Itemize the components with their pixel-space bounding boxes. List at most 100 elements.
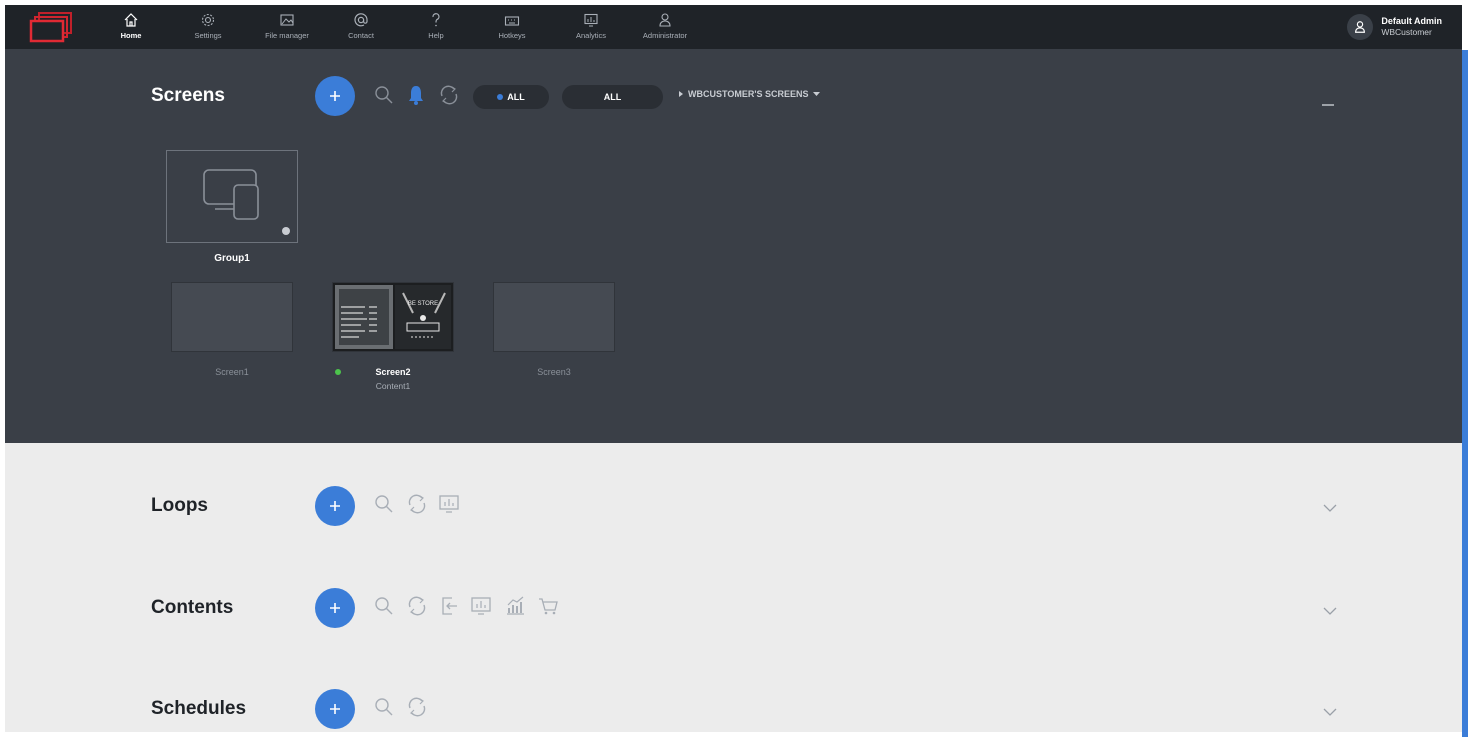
home-icon xyxy=(124,13,138,27)
user-name: Default Admin xyxy=(1381,16,1442,26)
screen-thumbnail-1[interactable] xyxy=(171,282,293,352)
app-frame: Home Settings File manager Contact Help … xyxy=(5,5,1462,732)
status-filter-dropdown[interactable]: ALL xyxy=(473,85,549,109)
nav-help-label: Help xyxy=(428,31,444,40)
search-icon xyxy=(375,597,393,615)
screen-thumbnail-2[interactable]: BE STORE xyxy=(332,282,454,352)
person-icon xyxy=(1355,21,1366,33)
keyboard-icon xyxy=(504,16,520,26)
nav-analytics[interactable]: Analytics xyxy=(559,10,623,46)
monitor-chart-icon xyxy=(584,13,598,27)
plus-icon xyxy=(330,91,340,101)
group-name: Group1 xyxy=(214,253,250,264)
screens-section: Screens ALL ALL WBCUSTOMER'S SCREENS Gro… xyxy=(5,49,1462,443)
caret-right-icon xyxy=(679,91,683,97)
nav-settings[interactable]: Settings xyxy=(176,10,240,46)
refresh-icon xyxy=(408,494,426,514)
screen-thumbnail-3[interactable] xyxy=(493,282,615,352)
expand-schedules-button[interactable] xyxy=(1323,703,1337,721)
collapse-screens-button[interactable] xyxy=(1321,94,1335,112)
nav-help[interactable]: Help xyxy=(404,10,468,46)
expand-contents-button[interactable] xyxy=(1323,602,1337,620)
refresh-icon xyxy=(408,697,426,717)
import-content-button[interactable] xyxy=(438,595,460,617)
nav-hotkeys[interactable]: Hotkeys xyxy=(480,10,544,46)
status-filter-value: ALL xyxy=(507,92,525,102)
search-screens-button[interactable] xyxy=(374,85,394,105)
refresh-icon xyxy=(408,596,426,616)
brand-logo[interactable] xyxy=(29,11,75,43)
gear-icon xyxy=(201,13,215,27)
folder-image-icon xyxy=(280,14,294,26)
nav-file-manager[interactable]: File manager xyxy=(255,10,319,46)
question-icon xyxy=(432,13,440,27)
cart-icon xyxy=(539,598,558,615)
nav-analytics-label: Analytics xyxy=(575,31,606,40)
refresh-loops-button[interactable] xyxy=(406,493,428,515)
svg-text:BE STORE: BE STORE xyxy=(408,301,438,307)
schedules-section: Schedules xyxy=(5,647,1462,732)
chevron-down-icon xyxy=(1323,607,1337,615)
search-contents-button[interactable] xyxy=(374,596,394,616)
group-status-dot xyxy=(282,227,290,235)
breadcrumb[interactable]: WBCUSTOMER'S SCREENS xyxy=(678,89,820,99)
user-organization: WBCustomer xyxy=(1381,27,1432,37)
status-dot-icon xyxy=(497,94,504,100)
caret-down-icon xyxy=(812,91,820,96)
group-card[interactable] xyxy=(166,150,298,243)
screens-group-icon xyxy=(203,169,259,220)
plus-icon xyxy=(330,704,340,714)
plus-icon xyxy=(330,501,340,511)
add-content-button[interactable] xyxy=(315,588,355,628)
contents-title: Contents xyxy=(151,597,234,618)
search-icon xyxy=(375,86,393,104)
search-loops-button[interactable] xyxy=(374,494,394,514)
chevron-down-icon xyxy=(1323,504,1337,512)
bar-chart-trend-icon xyxy=(507,596,524,615)
screens-title: Screens xyxy=(151,85,225,106)
person-icon xyxy=(659,13,671,27)
search-schedules-button[interactable] xyxy=(374,697,394,717)
expand-loops-button[interactable] xyxy=(1323,499,1337,517)
screen-name-2: Screen2 xyxy=(375,367,411,377)
nav-file-manager-label: File manager xyxy=(265,31,309,40)
chevron-down-icon xyxy=(1323,708,1337,716)
refresh-contents-button[interactable] xyxy=(406,595,428,617)
nav-home[interactable]: Home xyxy=(99,10,163,46)
nav-contact[interactable]: Contact xyxy=(329,10,393,46)
content-analytics-button[interactable] xyxy=(504,594,526,616)
refresh-schedules-button[interactable] xyxy=(406,696,428,718)
loops-title: Loops xyxy=(151,495,208,516)
add-schedule-button[interactable] xyxy=(315,689,355,729)
add-screen-button[interactable] xyxy=(315,76,355,116)
breadcrumb-label: WBCUSTOMER'S SCREENS xyxy=(688,89,809,99)
screen-name-1: Screen1 xyxy=(215,367,249,377)
minus-icon xyxy=(1322,104,1334,106)
loops-section: Loops xyxy=(5,443,1462,545)
content-statistics-button[interactable] xyxy=(470,595,492,617)
screen-content-2: Content1 xyxy=(375,381,411,391)
type-filter-dropdown[interactable]: ALL xyxy=(562,85,663,109)
contents-section: Contents xyxy=(5,545,1462,647)
user-menu[interactable]: Default Admin WBCustomer xyxy=(1347,11,1442,43)
search-icon xyxy=(375,698,393,716)
import-icon xyxy=(442,597,457,615)
nav-administrator[interactable]: Administrator xyxy=(633,10,697,46)
content-preview-image: BE STORE xyxy=(333,283,453,351)
screen-name-3: Screen3 xyxy=(537,367,571,377)
type-filter-value: ALL xyxy=(603,92,622,102)
notifications-button[interactable] xyxy=(406,84,426,106)
search-icon xyxy=(375,495,393,513)
nav-home-label: Home xyxy=(120,31,142,40)
top-navigation-bar: Home Settings File manager Contact Help … xyxy=(5,5,1462,49)
page-scrollbar[interactable] xyxy=(1462,50,1468,737)
bell-icon xyxy=(409,86,423,105)
monitor-chart-icon xyxy=(471,597,491,615)
loop-statistics-button[interactable] xyxy=(438,493,460,515)
nav-contact-label: Contact xyxy=(348,31,374,40)
refresh-icon xyxy=(440,85,458,105)
nav-administrator-label: Administrator xyxy=(642,31,688,40)
add-loop-button[interactable] xyxy=(315,486,355,526)
content-store-button[interactable] xyxy=(537,595,559,617)
refresh-screens-button[interactable] xyxy=(438,84,460,106)
